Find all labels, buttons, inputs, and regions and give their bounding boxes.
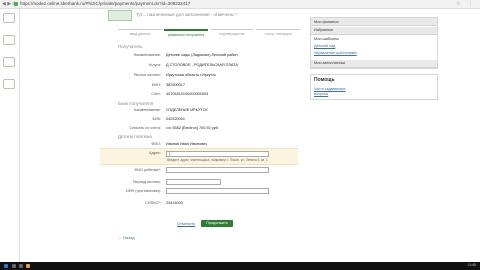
period-input[interactable] — [166, 179, 221, 185]
home-icon[interactable] — [3, 13, 15, 23]
payments-icon[interactable] — [3, 35, 15, 45]
field-value: Иркутская область г.Иркутск — [166, 73, 216, 77]
sidebar-item-finances[interactable]: Мои финансы — [314, 20, 339, 24]
field-value: Д СТОЛОВОЕ - РОДИТЕЛЬСКАЯ ПЛАТА — [166, 63, 238, 67]
history-icon[interactable] — [3, 79, 15, 89]
child-name-input[interactable] — [166, 167, 269, 173]
form-banner: Тут... назначенные для заполнения - отме… — [108, 10, 308, 22]
address-bar[interactable]: https://node2.online.sberbank.ru/PhizIC/… — [20, 1, 190, 6]
field-label: Наименование: — [133, 108, 161, 112]
field-value: 382500017 — [166, 83, 186, 87]
field-label: Период оплаты: — [132, 180, 161, 184]
field-label: Счёт: — [151, 92, 161, 96]
payment-section-title: Детали платежа — [118, 134, 152, 139]
recipient-service-row: Услуга: Д СТОЛОВОЕ - РОДИТЕЛЬСКАЯ ПЛАТА — [100, 63, 330, 70]
step-3: подтверждение — [210, 29, 254, 36]
field-label: Услуга: — [148, 63, 161, 67]
help-link[interactable]: вопросы — [314, 92, 328, 96]
field-label: Наименование: — [133, 53, 161, 57]
browser-bar: ◀ ▶ ⟳ https://node2.online.sberbank.ru/P… — [0, 0, 480, 9]
banner-image-icon — [108, 10, 132, 21]
step-4: статус операции — [256, 29, 300, 36]
field-value: 40701810100000000003 — [166, 92, 209, 96]
transfer-icon[interactable] — [3, 57, 15, 67]
field-value: ОТДЕЛЕНИЕ ИРКУТСК — [166, 108, 208, 112]
os-taskbar: 11:45 — [0, 262, 480, 270]
bank-section-title: Банк получателя — [118, 101, 154, 106]
lock-icon — [14, 2, 18, 6]
field-label: ФИО ребенка*: — [134, 168, 161, 172]
left-quick-strip — [0, 9, 20, 270]
app-icon[interactable] — [12, 264, 16, 268]
continue-button[interactable]: Продолжить — [201, 220, 233, 227]
bank-bik-row: БИК: 042520001 — [100, 117, 330, 124]
help-box: Помощь Часто задаваемые вопросы — [310, 74, 438, 100]
debit-account-select[interactable]: •••• 5582 [Electron] 700.92 руб. — [166, 126, 219, 130]
right-sidebar: Мои финансы Избранное Мои шаблоны Детски… — [310, 17, 438, 69]
sidebar-item-autopay[interactable]: Мои автоплатежи — [314, 61, 345, 65]
sidebar-item-templates[interactable]: Мои шаблоны — [314, 37, 339, 41]
step-1: ввод данных — [118, 29, 162, 36]
field-value: 042520001 — [166, 117, 186, 121]
sidebar-item-kindergarten[interactable]: Детский сад — [314, 44, 335, 48]
cancel-link[interactable]: Отменить — [177, 221, 195, 226]
debit-account-row: Списать со счета: •••• 5582 [Electron] 7… — [100, 126, 330, 133]
field-label: ИНН: — [151, 83, 161, 87]
field-label: Адрес: — [149, 151, 161, 155]
start-icon[interactable] — [4, 264, 8, 268]
recipient-account-row: Счёт: 40701810100000000003 — [100, 92, 330, 99]
recipient-inn-row: ИНН: 382500017 — [100, 83, 330, 90]
field-label: ФИО: — [151, 142, 161, 146]
field-label: Списать со счета: — [129, 126, 161, 130]
browser-menu-icons[interactable]: ☆ ⋮ — [456, 1, 476, 7]
sidebar-item-manage-templates[interactable]: Управление шаблонами — [314, 51, 357, 55]
address-input[interactable]: | — [166, 151, 269, 157]
clock: 11:45 — [467, 263, 477, 267]
field-value: Детские сады (Ладиково) Ленский район — [166, 53, 238, 57]
field-value: Иванов Иван Иванович — [166, 142, 208, 146]
inn-input[interactable] — [166, 188, 269, 194]
banner-text: Тут... назначенные для заполнения - отме… — [136, 12, 237, 17]
field-label: Регион оплаты: — [133, 73, 161, 77]
recipient-region-row: Регион оплаты: Иркутская область г.Иркут… — [100, 73, 330, 80]
address-hint: Введите адрес плательщика, например: г. … — [167, 158, 268, 162]
step-indicator: ввод данных реквизиты получателя подтвер… — [118, 29, 300, 37]
bank-name-row: Наименование: ОТДЕЛЕНИЕ ИРКУТСК — [100, 108, 330, 115]
field-label: ИНН (при наличии): — [126, 189, 161, 193]
app-icon[interactable] — [26, 264, 30, 268]
back-link[interactable]: ← Назад — [118, 235, 135, 240]
field-label: СИПКО*: — [145, 201, 161, 205]
help-link[interactable]: Часто задаваемые — [314, 87, 345, 91]
recipient-name-row: Наименование: Детские сады (Ладиково) Ле… — [100, 53, 330, 60]
field-value: 23414000 — [166, 201, 183, 205]
app-icon[interactable] — [19, 264, 23, 268]
step-2: реквизиты получателя — [164, 29, 208, 37]
field-label: БИК: — [152, 117, 162, 121]
recipient-section-title: Получатель — [118, 44, 143, 49]
sidebar-item-favorites[interactable]: Избранное — [314, 28, 333, 32]
help-title: Помощь — [314, 77, 335, 83]
sipko-row: СИПКО*: 23414000 — [100, 201, 330, 208]
